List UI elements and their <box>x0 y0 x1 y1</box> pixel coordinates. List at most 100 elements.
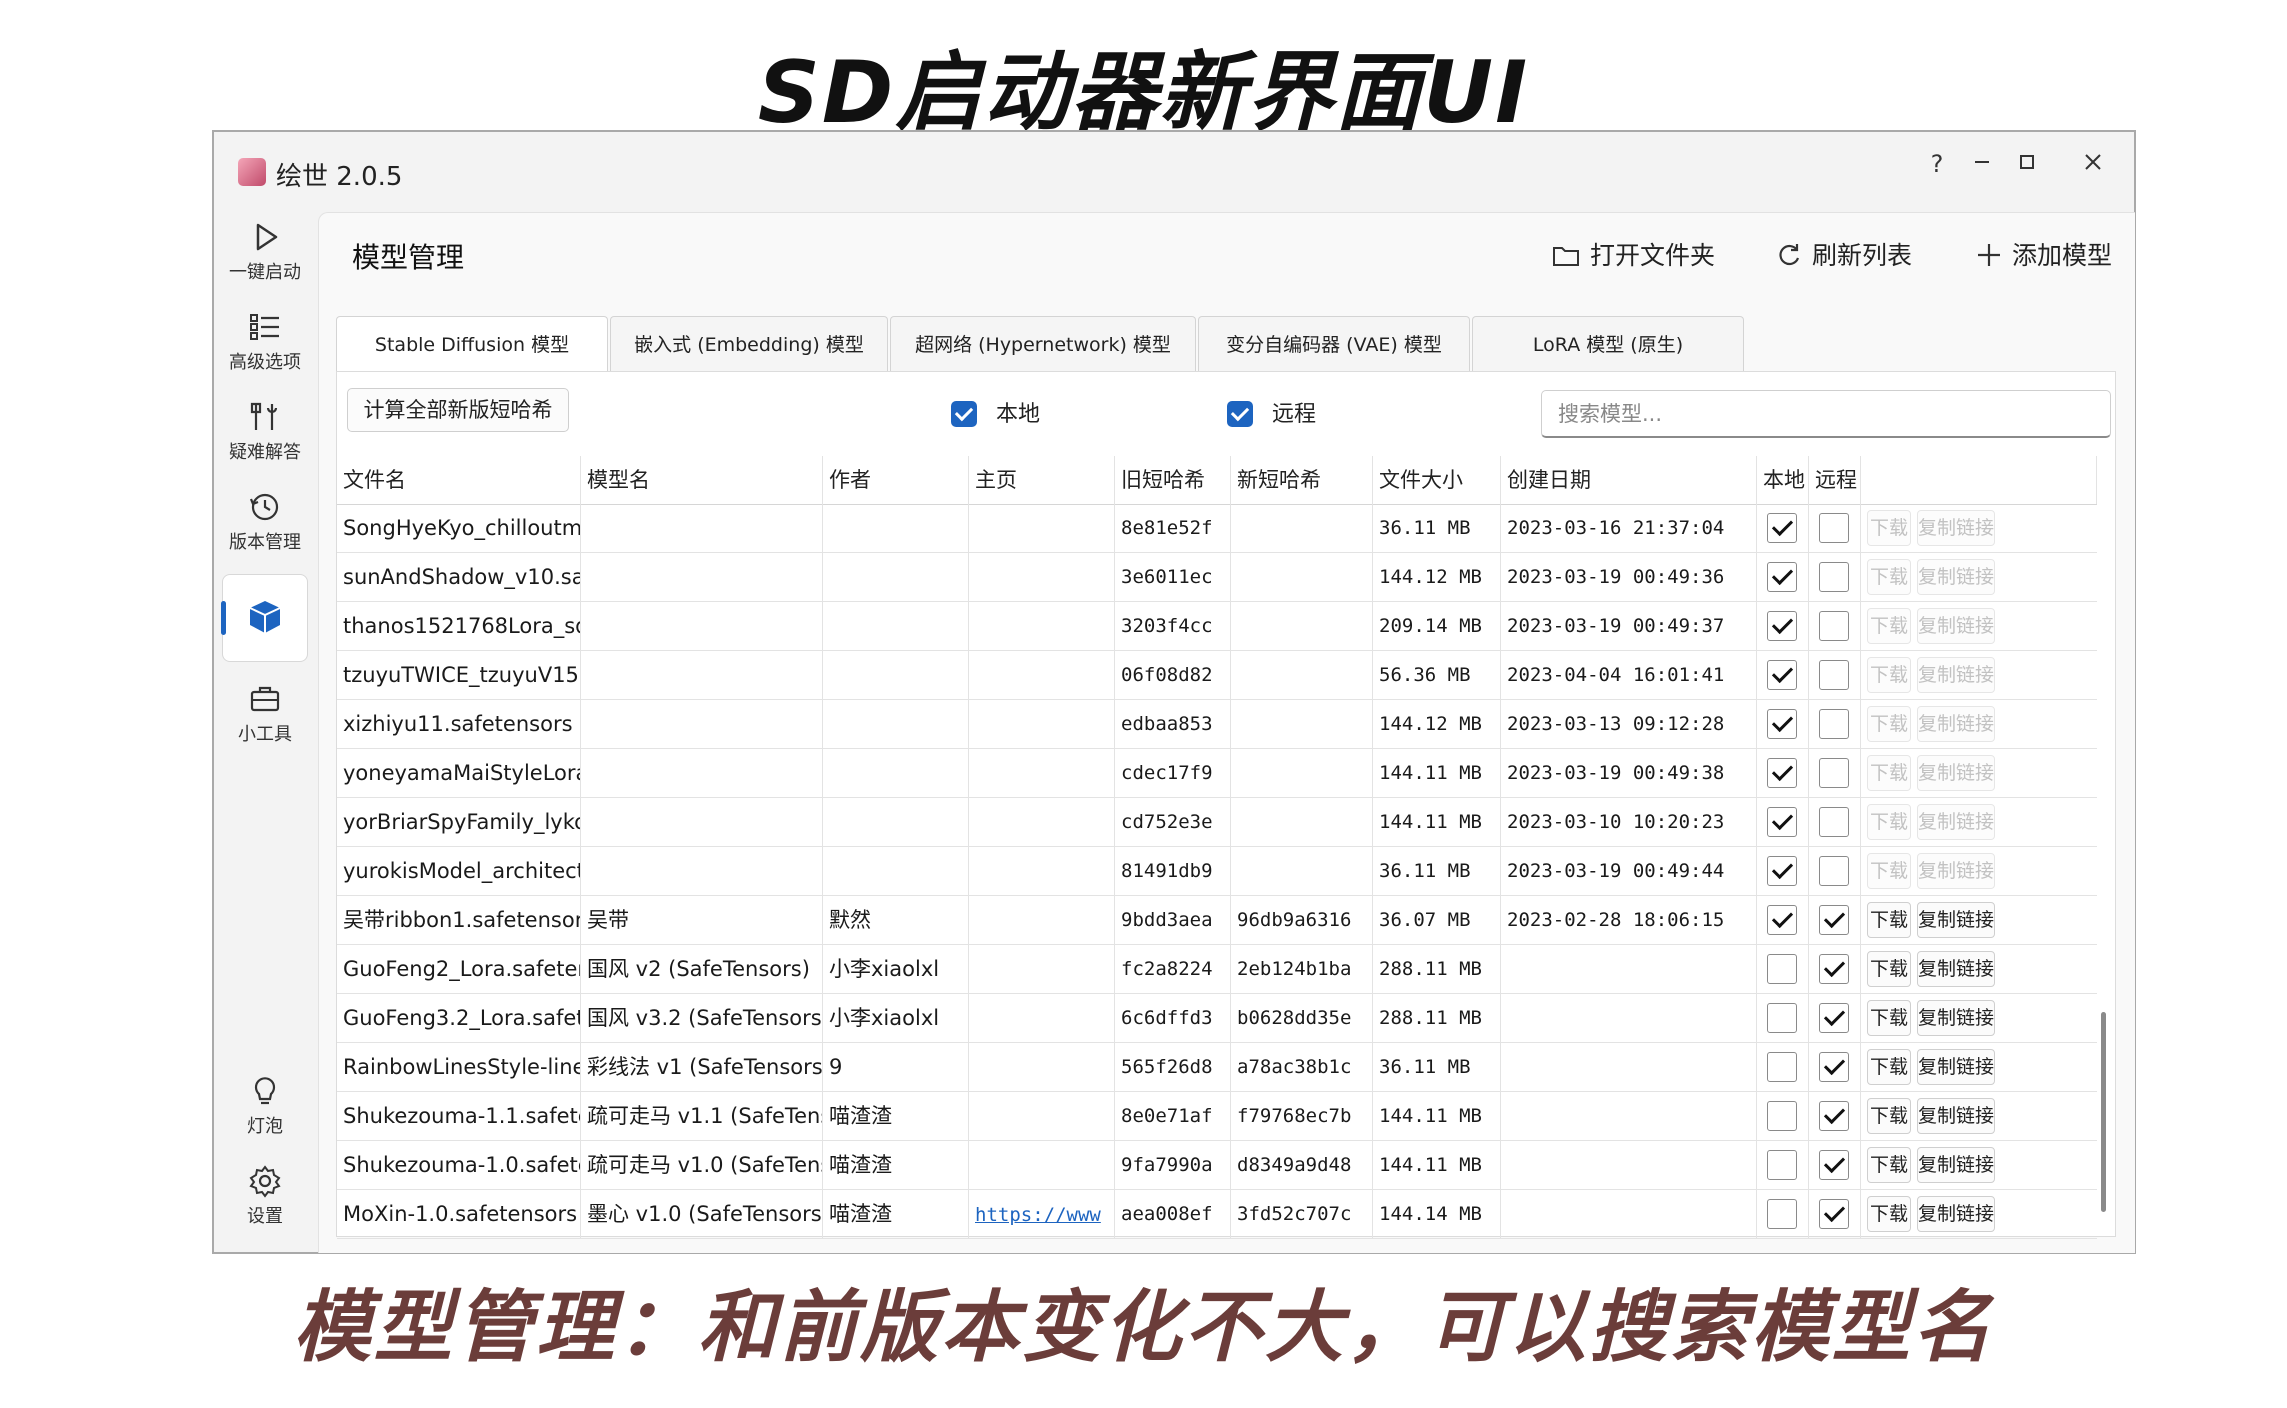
tab-lora[interactable]: LoRA 模型 (原生) <box>1472 316 1744 372</box>
table-row[interactable]: thanos1521768Lora_sd 3203f4cc 209.14 MB 202… <box>337 602 2097 651</box>
local-checkbox[interactable] <box>1767 954 1797 984</box>
copy-link-button[interactable]: 复制链接 <box>1917 755 1995 791</box>
table-row[interactable]: Shukezouma-1.0.safetensors 疏可走马 v1.0 (Saf… <box>337 1141 2097 1190</box>
table-row[interactable]: MoXin-1.0.safetensors 墨心 v1.0 (SafeTensor… <box>337 1190 2097 1239</box>
column-header[interactable]: 作者 <box>823 456 969 504</box>
local-checkbox[interactable] <box>1767 709 1797 739</box>
download-button[interactable]: 下载 <box>1867 853 1911 889</box>
remote-checkbox[interactable] <box>1819 611 1849 641</box>
local-checkbox[interactable] <box>1767 1199 1797 1229</box>
copy-link-button[interactable]: 复制链接 <box>1917 1196 1995 1232</box>
local-checkbox[interactable] <box>1767 1101 1797 1131</box>
remote-checkbox[interactable] <box>1819 1003 1849 1033</box>
copy-link-button[interactable]: 复制链接 <box>1917 1147 1995 1183</box>
copy-link-button[interactable]: 复制链接 <box>1917 510 1995 546</box>
table-row[interactable]: xizhiyu11.safetensors edbaa853 144.12 MB 20… <box>337 700 2097 749</box>
remote-checkbox[interactable] <box>1819 905 1849 935</box>
remote-checkbox[interactable] <box>1819 954 1849 984</box>
remote-checkbox[interactable] <box>1819 660 1849 690</box>
local-checkbox[interactable] <box>1767 611 1797 641</box>
local-filter[interactable]: 本地 <box>951 396 1040 427</box>
copy-link-button[interactable]: 复制链接 <box>1917 1000 1995 1036</box>
download-button[interactable]: 下载 <box>1867 902 1911 938</box>
calc-hash-button[interactable]: 计算全部新版短哈希 <box>347 388 569 432</box>
table-row[interactable]: tzuyuTWICE_tzuyuV156 06f08d82 56.36 MB 2023… <box>337 651 2097 700</box>
download-button[interactable]: 下载 <box>1867 755 1911 791</box>
local-checkbox[interactable] <box>1767 807 1797 837</box>
download-button[interactable]: 下载 <box>1867 559 1911 595</box>
column-header[interactable]: 旧短哈希 <box>1115 456 1231 504</box>
table-row[interactable]: sunAndShadow_v10.safetensors 3e6011ec 144.… <box>337 553 2097 602</box>
sidebar-item-models[interactable] <box>221 574 308 662</box>
download-button[interactable]: 下载 <box>1867 706 1911 742</box>
copy-link-button[interactable]: 复制链接 <box>1917 951 1995 987</box>
remote-checkbox[interactable] <box>1819 1052 1849 1082</box>
download-button[interactable]: 下载 <box>1867 1000 1911 1036</box>
local-checkbox[interactable] <box>1767 758 1797 788</box>
tab-embedding[interactable]: 嵌入式 (Embedding) 模型 <box>610 316 888 372</box>
download-button[interactable]: 下载 <box>1867 657 1911 693</box>
table-row[interactable]: GuoFeng3.2_Lora.safetensors 国风 v3.2 (Safe… <box>337 994 2097 1043</box>
download-button[interactable]: 下载 <box>1867 1049 1911 1085</box>
remote-checkbox[interactable] <box>1819 1101 1849 1131</box>
table-row[interactable]: Shukezouma-1.1.safetensors 疏可走马 v1.1 (Saf… <box>337 1092 2097 1141</box>
local-checkbox[interactable] <box>1767 660 1797 690</box>
tab-stable-diffusion[interactable]: Stable Diffusion 模型 <box>336 316 608 372</box>
download-button[interactable]: 下载 <box>1867 804 1911 840</box>
copy-link-button[interactable]: 复制链接 <box>1917 1049 1995 1085</box>
remote-checkbox[interactable] <box>1819 856 1849 886</box>
remote-checkbox[interactable] <box>1819 807 1849 837</box>
download-button[interactable]: 下载 <box>1867 1098 1911 1134</box>
download-button[interactable]: 下载 <box>1867 1147 1911 1183</box>
table-row[interactable]: RainbowLinesStyle-lineart 彩线法 v1 (SafeTen… <box>337 1043 2097 1092</box>
sidebar-item-advanced[interactable]: 高级选项 <box>222 302 308 388</box>
refresh-button[interactable]: 刷新列表 <box>1776 236 1912 272</box>
column-header[interactable]: 本地 <box>1757 456 1809 504</box>
local-checkbox[interactable] <box>951 401 977 427</box>
column-header[interactable]: 创建日期 <box>1501 456 1757 504</box>
copy-link-button[interactable]: 复制链接 <box>1917 657 1995 693</box>
remote-checkbox[interactable] <box>1819 1150 1849 1180</box>
search-input[interactable]: 搜索模型... <box>1541 390 2111 438</box>
local-checkbox[interactable] <box>1767 1052 1797 1082</box>
column-header[interactable]: 模型名 <box>581 456 823 504</box>
sidebar-item-bulb[interactable]: 灯泡 <box>222 1066 308 1152</box>
local-checkbox[interactable] <box>1767 513 1797 543</box>
remote-checkbox[interactable] <box>1819 513 1849 543</box>
remote-checkbox[interactable] <box>1227 401 1253 427</box>
maximize-button[interactable] <box>1994 142 2060 186</box>
sidebar-item-troubleshoot[interactable]: 疑难解答 <box>222 392 308 478</box>
remote-checkbox[interactable] <box>1819 709 1849 739</box>
tab-vae[interactable]: 变分自编码器 (VAE) 模型 <box>1198 316 1470 372</box>
column-header[interactable]: 文件大小 <box>1373 456 1501 504</box>
copy-link-button[interactable]: 复制链接 <box>1917 706 1995 742</box>
table-row[interactable]: GuoFeng2_Lora.safetensors 国风 v2 (SafeTens… <box>337 945 2097 994</box>
download-button[interactable]: 下载 <box>1867 608 1911 644</box>
copy-link-button[interactable]: 复制链接 <box>1917 608 1995 644</box>
sidebar-item-versions[interactable]: 版本管理 <box>222 482 308 568</box>
table-row[interactable]: SongHyeKyo_chilloutmix 8e81e52f 36.11 MB 20… <box>337 504 2097 553</box>
tab-hypernetwork[interactable]: 超网络 (Hypernetwork) 模型 <box>890 316 1196 372</box>
open-folder-button[interactable]: 打开文件夹 <box>1552 236 1715 272</box>
local-checkbox[interactable] <box>1767 905 1797 935</box>
download-button[interactable]: 下载 <box>1867 951 1911 987</box>
remote-checkbox[interactable] <box>1819 758 1849 788</box>
remote-checkbox[interactable] <box>1819 562 1849 592</box>
table-row[interactable]: yurokisModel_architecture 81491db9 36.11 M… <box>337 847 2097 896</box>
home-text[interactable]: https://www <box>975 1204 1101 1226</box>
close-button[interactable] <box>2060 142 2126 186</box>
local-checkbox[interactable] <box>1767 1003 1797 1033</box>
add-model-button[interactable]: 添加模型 <box>1976 236 2112 272</box>
local-checkbox[interactable] <box>1767 562 1797 592</box>
local-checkbox[interactable] <box>1767 856 1797 886</box>
sidebar-item-launch[interactable]: 一键启动 <box>222 212 308 298</box>
download-button[interactable]: 下载 <box>1867 510 1911 546</box>
column-header[interactable]: 新短哈希 <box>1231 456 1373 504</box>
sidebar-item-settings[interactable]: 设置 <box>222 1156 308 1242</box>
copy-link-button[interactable]: 复制链接 <box>1917 853 1995 889</box>
column-header[interactable]: 文件名 <box>337 456 581 504</box>
copy-link-button[interactable]: 复制链接 <box>1917 1098 1995 1134</box>
sidebar-item-tools[interactable]: 小工具 <box>222 674 308 760</box>
table-row[interactable]: yorBriarSpyFamily_lykon cd752e3e 144.11 MB… <box>337 798 2097 847</box>
copy-link-button[interactable]: 复制链接 <box>1917 902 1995 938</box>
